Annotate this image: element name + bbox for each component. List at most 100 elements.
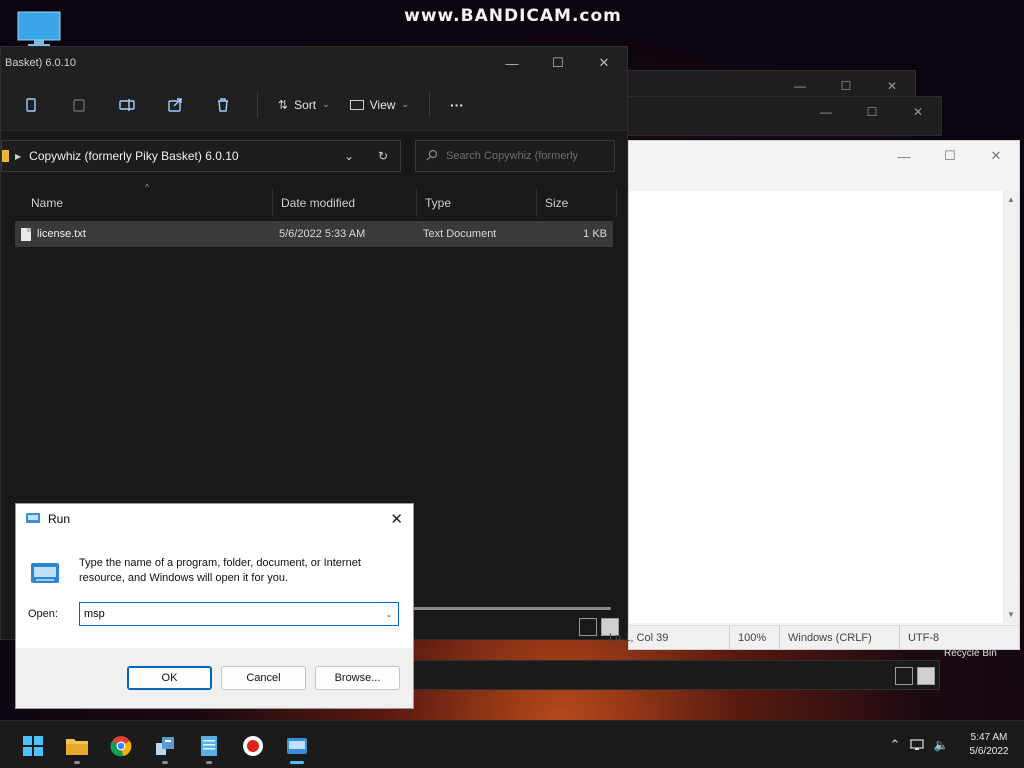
taskbar-notepad[interactable] <box>190 727 228 765</box>
refresh-icon[interactable]: ↻ <box>366 149 400 163</box>
record-icon <box>243 736 263 756</box>
taskbar-chrome[interactable] <box>102 727 140 765</box>
bandicam-watermark: www.BANDICAM.com <box>404 6 622 26</box>
search-box[interactable] <box>415 140 615 172</box>
details-view-icon[interactable] <box>895 667 913 685</box>
horizontal-scrollbar[interactable] <box>413 607 611 610</box>
cancel-button[interactable]: Cancel <box>221 666 306 690</box>
chevron-right-icon[interactable]: ▶ <box>15 152 21 161</box>
column-name[interactable]: Name <box>23 189 273 217</box>
tiles-view-icon[interactable] <box>917 667 935 685</box>
notepad-titlebar[interactable]: — ☐ ✕ <box>629 141 1019 171</box>
view-menu-button[interactable]: View ⌄ <box>340 85 419 125</box>
chrome-icon <box>110 736 132 757</box>
run-command-input[interactable] <box>80 608 380 620</box>
maximize-icon[interactable]: ☐ <box>849 97 895 127</box>
paste-button[interactable] <box>55 85 103 125</box>
run-title-icon <box>26 512 40 527</box>
taskbar-file-explorer[interactable] <box>58 727 96 765</box>
running-indicator <box>206 761 212 764</box>
explorer-titlebar[interactable]: Basket) 6.0.10 — ☐ ✕ <box>1 47 627 79</box>
ok-button[interactable]: OK <box>127 666 212 690</box>
run-description: Type the name of a program, folder, docu… <box>79 557 361 584</box>
run-title: Run <box>48 512 71 526</box>
run-command-field[interactable]: ⌄ <box>79 602 399 626</box>
address-bar[interactable]: ▶ Copywhiz (formerly Piky Basket) 6.0.10… <box>1 140 401 172</box>
notepad-text-area[interactable] <box>629 191 1003 623</box>
clock[interactable]: 5:47 AM 5/6/2022 <box>954 731 1024 759</box>
background-explorer-window[interactable] <box>400 660 940 690</box>
column-size[interactable]: Size <box>537 189 617 217</box>
view-icon <box>349 99 364 110</box>
address-path[interactable]: Copywhiz (formerly Piky Basket) 6.0.10 <box>29 149 332 163</box>
file-type: Text Document <box>423 228 497 240</box>
details-view-icon[interactable] <box>579 618 597 636</box>
copy-button[interactable] <box>7 85 55 125</box>
paste-icon <box>73 98 85 112</box>
text-file-icon <box>21 227 31 241</box>
chevron-down-icon[interactable]: ⌄ <box>332 149 366 163</box>
running-indicator <box>74 761 80 764</box>
start-icon <box>23 736 43 756</box>
encoding: UTF-8 <box>899 626 999 650</box>
run-app-icon <box>30 560 60 586</box>
run-titlebar[interactable]: Run ✕ <box>16 504 413 534</box>
taskbar: ⌃ 🔈 5:47 AM 5/6/2022 <box>0 720 1024 768</box>
network-icon[interactable] <box>906 739 928 751</box>
chevron-down-icon: ⌄ <box>322 99 330 109</box>
scroll-down-icon[interactable]: ▼ <box>1007 610 1015 619</box>
minimize-icon[interactable]: — <box>489 47 535 79</box>
delete-button[interactable] <box>199 85 247 125</box>
notepad-icon <box>201 736 217 756</box>
running-indicator <box>162 761 168 764</box>
chevron-up-icon[interactable]: ⌃ <box>884 737 906 753</box>
vertical-scrollbar[interactable]: ▲ ▼ <box>1003 191 1019 623</box>
start-button[interactable] <box>14 727 52 765</box>
column-date-modified[interactable]: Date modified <box>273 189 417 217</box>
run-icon <box>287 738 307 754</box>
recycle-bin-label[interactable]: Recycle Bin <box>944 648 997 659</box>
file-name: license.txt <box>37 228 86 240</box>
run-dialog[interactable]: Run ✕ Type the name of a program, folder… <box>15 503 414 709</box>
minimize-icon[interactable]: — <box>881 141 927 171</box>
toolbar-divider <box>257 91 258 118</box>
notepad-window[interactable]: — ☐ ✕ ▲ ▼ Ln 1, Col 39 100% Windows (CRL… <box>609 140 1020 650</box>
browse-button[interactable]: Browse... <box>315 666 400 690</box>
close-icon[interactable]: ✕ <box>895 97 941 127</box>
search-icon <box>426 149 438 164</box>
system-tray: ⌃ 🔈 5:47 AM 5/6/2022 <box>884 721 1024 768</box>
desktop-pc-icon[interactable] <box>16 10 62 48</box>
app-icon <box>156 737 174 755</box>
chevron-down-icon: ⌄ <box>401 99 409 109</box>
view-toggle <box>895 667 935 685</box>
maximize-icon[interactable]: ☐ <box>535 47 581 79</box>
line-ending: Windows (CRLF) <box>779 626 899 650</box>
delete-icon <box>218 97 228 112</box>
search-input[interactable] <box>446 150 606 162</box>
copy-icon <box>26 97 36 112</box>
rename-button[interactable] <box>103 85 151 125</box>
see-more-button[interactable]: ··· <box>440 85 474 125</box>
share-button[interactable] <box>151 85 199 125</box>
background-window-2[interactable]: — ☐ ✕ <box>626 96 942 136</box>
close-icon[interactable]: ✕ <box>973 141 1019 171</box>
close-icon[interactable]: ✕ <box>390 510 403 528</box>
zoom-level: 100% <box>729 626 779 650</box>
volume-icon[interactable]: 🔈 <box>928 738 954 752</box>
chevron-down-icon[interactable]: ⌄ <box>380 610 398 619</box>
sort-icon: ⇅ <box>278 97 289 112</box>
column-type[interactable]: Type <box>417 189 537 217</box>
rename-icon <box>119 98 135 111</box>
taskbar-app[interactable] <box>146 727 184 765</box>
minimize-icon[interactable]: — <box>803 97 849 127</box>
clock-time: 5:47 AM <box>970 732 1008 743</box>
close-icon[interactable]: ✕ <box>581 47 627 79</box>
sort-menu-button[interactable]: ⇅ Sort ⌄ <box>268 85 340 125</box>
cursor-position: Ln 1, Col 39 <box>609 632 669 644</box>
taskbar-run[interactable] <box>278 727 316 765</box>
file-explorer-icon <box>66 739 88 755</box>
maximize-icon[interactable]: ☐ <box>927 141 973 171</box>
taskbar-recorder[interactable] <box>234 727 272 765</box>
scroll-up-icon[interactable]: ▲ <box>1007 195 1015 204</box>
file-row[interactable]: license.txt 5/6/2022 5:33 AM Text Docume… <box>15 221 613 247</box>
